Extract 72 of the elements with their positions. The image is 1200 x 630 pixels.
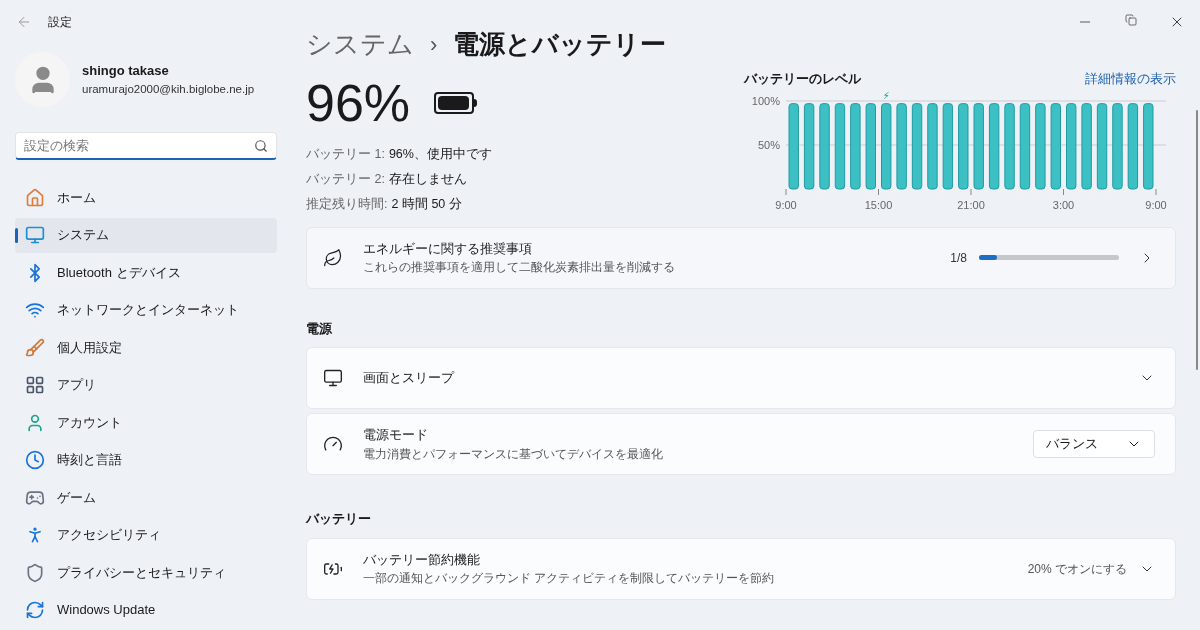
nav-item[interactable]: アクセシビリティ — [15, 517, 277, 553]
setting-value: 20% でオンにする — [1027, 560, 1127, 578]
detail-label: 推定残り時間: — [306, 195, 388, 213]
detail-value: 96%、使用中です — [388, 146, 492, 163]
monitor-icon — [25, 225, 45, 245]
breadcrumb-link[interactable]: システム — [306, 24, 414, 64]
window-title: 設定 — [48, 14, 72, 31]
x-tick-label: 15:00 — [864, 198, 893, 211]
user-email: uramurajo2000@kih.biglobe.ne.jp — [82, 81, 255, 97]
progress-count: 1/8 — [950, 249, 967, 267]
home-icon — [25, 187, 45, 208]
details-link[interactable]: 詳細情報の表示 — [1085, 69, 1176, 89]
settings-card[interactable]: 画面とスリープ — [306, 347, 1176, 409]
setting-title: 画面とスリープ — [363, 369, 456, 388]
detail-value: 2 時間 50 分 — [391, 195, 462, 213]
update-icon — [25, 600, 45, 620]
x-tick-label: 9:00 — [1145, 198, 1167, 211]
detail-value: 存在しません — [388, 170, 467, 188]
leaf-icon — [323, 247, 343, 268]
nav-item[interactable]: アカウント — [15, 405, 277, 440]
charging-marker: ⚡ — [882, 89, 890, 101]
nav-item[interactable]: 時刻と言語 — [15, 442, 277, 478]
setting-description: 一部の通知とバックグラウンド アクティビティを制限してバッテリーを節約 — [363, 570, 776, 588]
back-icon[interactable] — [16, 14, 32, 30]
x-tick-label: 3:00 — [1052, 198, 1075, 211]
nav-item[interactable]: ネットワークとインターネット — [15, 292, 277, 328]
chart-title: バッテリーのレベル — [744, 70, 861, 88]
axis-tick-label: 3:00 — [1052, 188, 1075, 211]
search-field[interactable]: 設定の検索 — [15, 132, 277, 160]
nav-item[interactable]: 個人用設定 — [15, 330, 277, 365]
nav-item[interactable]: ゲーム — [15, 480, 277, 515]
detail-label: バッテリー 1: — [306, 146, 385, 163]
shield-icon — [25, 562, 45, 583]
scrollbar[interactable] — [1196, 110, 1198, 370]
x-tick-label: 21:00 — [957, 198, 985, 211]
nav-item[interactable]: Bluetooth とデバイス — [15, 255, 277, 290]
setting-description: 電力消費とパフォーマンスに基づいてデバイスを最適化 — [363, 445, 664, 463]
battery-icon — [434, 92, 478, 114]
nav-item[interactable]: ホーム — [15, 180, 277, 215]
axis-label: 100% — [751, 94, 780, 107]
setting-description: これらの推奨事項を適用して二酸化炭素排出量を削減する — [363, 259, 676, 277]
recommendation-card[interactable]: エネルギーに関する推奨事項 これらの推奨事項を適用して二酸化炭素排出量を削減する 1/8 — [306, 226, 1176, 289]
setting-title: エネルギーに関する推奨事項 — [363, 239, 533, 258]
clock-icon — [25, 450, 45, 470]
setting-title: 電源モード — [363, 426, 429, 445]
axis-tick-label: 21:00 — [957, 188, 985, 211]
section-heading: バッテリー — [306, 510, 372, 528]
nav-item[interactable]: システム — [15, 217, 277, 253]
axis-tick-label: 9:00 — [775, 188, 797, 211]
user-name: shingo takase — [82, 62, 170, 81]
brush-icon — [25, 337, 45, 358]
settings-card[interactable]: バッテリー節約機能 一部の通知とバックグラウンド アクティビティを制限してバッテリーを節約 20% でオンにする — [306, 537, 1176, 600]
axis-tick-label: 9:00 — [1145, 188, 1167, 211]
section-heading: 電源 — [306, 319, 333, 338]
nav-item[interactable]: プライバシーとセキュリティ — [15, 555, 277, 590]
nav-item[interactable]: Windows Update — [15, 592, 277, 628]
detail-label: バッテリー 2: — [306, 170, 385, 188]
page-title: 電源とバッテリー — [453, 27, 667, 61]
breadcrumb-separator: › — [430, 30, 438, 59]
search-icon — [254, 138, 268, 153]
wifi-icon — [25, 300, 45, 320]
axis-tick-label: 15:00 — [864, 188, 893, 211]
axis-label: 50% — [757, 138, 780, 151]
apps-icon — [25, 375, 45, 395]
settings-card[interactable]: 電源モード 電力消費とパフォーマンスに基づいてデバイスを最適化 バランス — [306, 413, 1176, 475]
setting-title: バッテリー節約機能 — [363, 550, 481, 569]
battery-percentage: 96% — [306, 77, 411, 129]
x-tick-label: 9:00 — [775, 198, 797, 211]
power-mode-dropdown[interactable]: バランス — [1033, 430, 1155, 458]
nav-item[interactable]: アプリ — [15, 367, 277, 403]
search-input[interactable]: 設定の検索 — [24, 135, 254, 156]
person-icon — [25, 412, 45, 433]
